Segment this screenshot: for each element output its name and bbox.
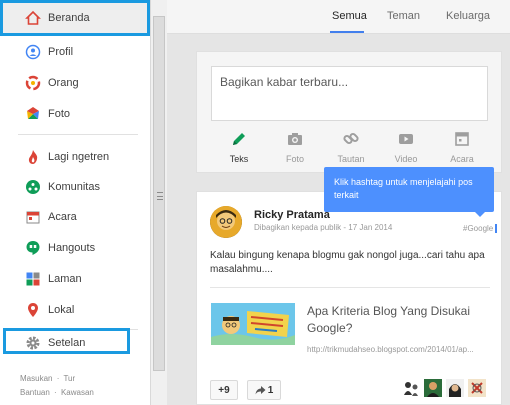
settings-icon <box>25 335 41 351</box>
pencil-icon <box>230 130 248 148</box>
sidebar-divider <box>18 134 138 135</box>
share-button[interactable]: 1 <box>247 380 281 400</box>
share-action-label: Acara <box>450 154 474 164</box>
footer-links-row-2: Bantuan · Kawasan <box>20 388 96 397</box>
share-action-tautan[interactable]: Tautan <box>331 130 371 164</box>
sidebar-item-foto[interactable]: Foto <box>0 99 150 129</box>
events-icon <box>25 209 41 225</box>
tab-keluarga[interactable]: Keluarga <box>446 10 490 22</box>
video-icon <box>397 130 415 148</box>
sidebar-item-label: Lokal <box>48 304 75 316</box>
share-action-foto[interactable]: Foto <box>275 130 315 164</box>
people-icon <box>25 75 41 91</box>
trending-icon <box>25 149 41 165</box>
sidebar-item-hangouts[interactable]: Hangouts <box>0 233 150 263</box>
footer-link-tur[interactable]: Tur <box>63 374 75 383</box>
hangouts-icon <box>25 240 41 256</box>
link-icon <box>342 130 360 148</box>
post-author[interactable]: Ricky Pratama <box>254 209 330 221</box>
share-action-video[interactable]: Video <box>386 130 426 164</box>
sidebar: Beranda Profil Orang Foto Lagi ngetren K… <box>0 0 150 405</box>
camera-icon <box>286 130 304 148</box>
hashtag-tooltip: Klik hashtag untuk menjelajahi pos terka… <box>324 167 494 212</box>
sidebar-item-komunitas[interactable]: Komunitas <box>0 172 150 202</box>
sidebar-item-label: Profil <box>48 46 74 58</box>
scrollbar-thumb[interactable] <box>153 16 165 371</box>
share-action-label: Teks <box>229 154 249 164</box>
tab-semua[interactable]: Semua <box>332 10 367 22</box>
post-text: Kalau bingung kenapa blogmu gak nongol j… <box>210 250 485 275</box>
share-count: 1 <box>267 384 274 396</box>
sidebar-item-label: Lagi ngetren <box>48 151 110 163</box>
sidebar-item-label: Setelan <box>48 337 86 349</box>
active-tab-indicator <box>330 31 364 33</box>
communities-icon <box>25 179 41 195</box>
plus-one-user-avatar[interactable] <box>446 379 464 397</box>
share-action-label: Tautan <box>337 154 365 164</box>
sidebar-item-laman[interactable]: Laman <box>0 264 150 294</box>
hashtag-link[interactable]: #Google <box>463 224 498 233</box>
post-meta: Dibagikan kepada publik - 17 Jan 2014 <box>254 223 393 232</box>
share-action-label: Video <box>394 154 418 164</box>
local-icon <box>25 302 41 318</box>
sidebar-item-label: Hangouts <box>48 242 96 254</box>
sidebar-item-acara[interactable]: Acara <box>0 202 150 232</box>
sidebar-item-lagi-ngetren[interactable]: Lagi ngetren <box>0 142 150 172</box>
plus-one-user-avatar[interactable] <box>468 379 486 397</box>
share-input[interactable]: Bagikan kabar terbaru... <box>211 66 488 121</box>
photos-icon <box>25 106 41 122</box>
link-preview-url[interactable]: http://trikmudahseo.blogspot.com/2014/01… <box>307 345 474 354</box>
avatar[interactable] <box>210 206 242 238</box>
plus-one-user-avatar[interactable] <box>424 379 442 397</box>
sidebar-item-lokal[interactable]: Lokal <box>0 295 150 325</box>
sidebar-item-label: Orang <box>48 77 79 89</box>
share-action-acara[interactable]: Acara <box>442 130 482 164</box>
plus-one-button[interactable]: +9 <box>210 380 238 400</box>
sidebar-item-label: Beranda <box>48 12 90 24</box>
footer-link-bantuan[interactable]: Bantuan <box>20 388 50 397</box>
footer-link-masukan[interactable]: Masukan <box>20 374 52 383</box>
sidebar-item-label: Foto <box>48 108 71 120</box>
footer-link-kawasan[interactable]: Kawasan <box>61 388 94 397</box>
footer-links-row-1: Masukan · Tur <box>20 374 77 383</box>
post-divider <box>210 287 490 288</box>
sidebar-item-profil[interactable]: Profil <box>0 37 150 67</box>
share-arrow-icon <box>255 385 266 395</box>
footer-separator: · <box>54 388 57 397</box>
post-card: Ricky Pratama Dibagikan kepada publik - … <box>196 191 502 405</box>
plus-one-count: +9 <box>218 384 230 396</box>
event-icon <box>453 130 471 148</box>
share-action-label: Foto <box>285 154 304 164</box>
footer-separator: · <box>56 374 60 383</box>
link-preview-thumbnail[interactable] <box>211 303 295 345</box>
tooltip-arrow <box>474 211 486 217</box>
sidebar-item-label: Komunitas <box>48 181 100 193</box>
pages-icon <box>25 271 41 287</box>
profile-icon <box>25 44 41 60</box>
plus-one-user-avatar[interactable] <box>402 379 420 397</box>
share-box: Bagikan kabar terbaru... Teks Foto Tauta… <box>196 51 502 173</box>
tab-teman[interactable]: Teman <box>387 10 420 22</box>
share-action-teks[interactable]: Teks <box>219 130 259 164</box>
scrollbar-grip-icon <box>157 192 163 200</box>
sidebar-item-beranda[interactable]: Beranda <box>0 3 150 33</box>
sidebar-item-setelan[interactable]: Setelan <box>0 328 150 358</box>
sidebar-item-orang[interactable]: Orang <box>0 68 150 98</box>
home-icon <box>25 10 41 26</box>
sidebar-item-label: Laman <box>48 273 82 285</box>
sidebar-scrollbar[interactable] <box>150 0 167 405</box>
sidebar-item-label: Acara <box>48 211 77 223</box>
link-preview-title[interactable]: Apa Kriteria Blog Yang Disukai Google? <box>307 303 487 337</box>
